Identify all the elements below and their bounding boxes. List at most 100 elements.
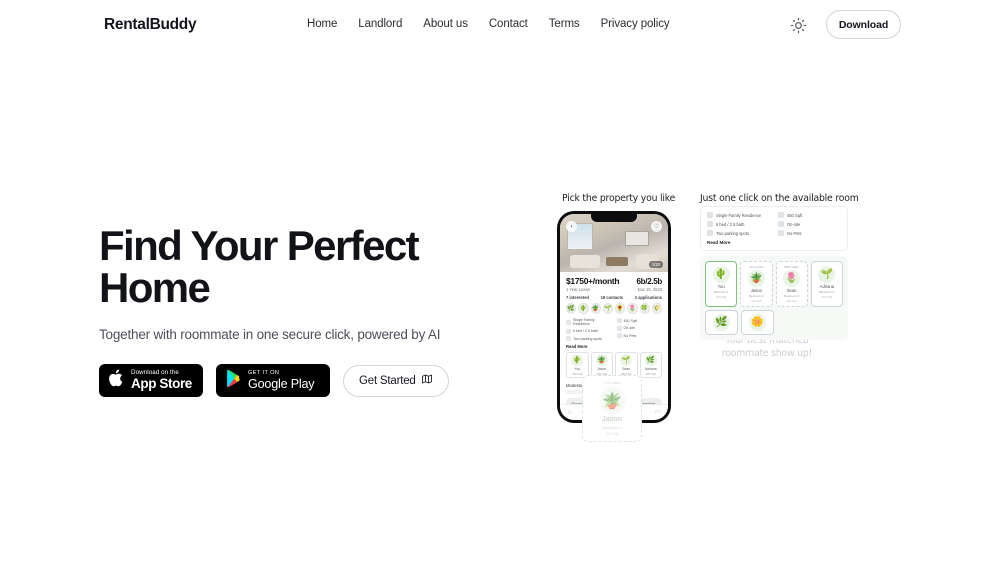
avatar: 🌵 [578,303,589,314]
house-icon [707,212,713,218]
product-illustration: Pick the property you like Just one clic… [540,180,900,470]
room-sqft: 300 Sqft [821,295,833,299]
attribute-label: Two parking spots [716,230,749,236]
plant-avatar-icon: 🌿 [644,354,657,366]
play-triangle-icon [225,369,242,393]
panel-attributes-right: 450 Sqft On-site No Pets [778,212,841,236]
nav-link-terms[interactable]: Terms [549,18,580,30]
app-store-big-label: App Store [131,376,192,392]
attribute-label: 6 bed / 2.5 bath [573,329,598,333]
plant-avatar-icon: 🌵 [571,354,584,366]
room-card[interactable]: 🌵 You 450 Sqft [566,352,589,378]
attribute-row: 6 bed / 2.5 bath [566,328,612,334]
room-bedroom: Bedroom 4 [819,290,835,294]
plant-avatar-icon: 🪴 [747,270,765,287]
stat-applications: 3 applications [634,295,662,300]
person-icon [778,221,784,227]
chevron-left-icon[interactable]: ‹ [566,221,577,232]
top-navigation: RentalBuddy Home Landlord About us Conta… [0,0,1000,50]
rooms-grid-row-2: 🌿 🌼 [705,310,774,335]
brand-logo[interactable]: RentalBuddy [104,16,197,34]
nav-link-contact[interactable]: Contact [489,18,528,30]
room-name: You [717,284,725,289]
photo-tv [625,231,649,246]
room-card[interactable]: 🌿 [705,310,738,335]
attribute-row: 6 bed / 2.5 bath [707,221,770,227]
attribute-label: No Pets [623,333,637,338]
photo-sofa [570,255,600,268]
attribute-label: Single Family Residence [573,318,595,326]
plant-avatar-icon: 🪴 [595,354,608,366]
photo-table [606,257,628,266]
attribute-label: 6 bed / 2.5 bath [716,221,745,227]
room-card-adriana[interactable]: 🌱 Adriana Bedroom 4 300 Sqft [810,261,843,307]
get-started-button[interactable]: Get Started [343,364,449,397]
profile-icon[interactable]: ◠ [655,409,661,417]
app-store-badge[interactable]: Download on the App Store [99,364,203,397]
room-name: Sean [622,367,631,371]
google-play-big-label: Google Play [248,376,315,391]
panel-attributes-left: Single Family Residence 6 bed / 2.5 bath… [707,212,770,236]
stat-contacts: 16 contacts [600,295,624,300]
room-sqft: 450 Sqft [715,295,727,299]
match-percentage: 71% match [603,381,621,385]
nav-link-privacy-policy[interactable]: Privacy policy [601,18,670,30]
property-attributes: Single Family Residence 6 bed / 2.5 bath… [566,318,662,341]
avatar: 🌻 [615,303,626,314]
property-details-card: Single Family Residence 6 bed / 2.5 bath… [700,206,848,251]
room-card[interactable]: 🌿 Adriana 300 Sqft [639,352,662,378]
attribute-row: Single Family Residence [566,318,612,326]
plant-avatar-icon: 🌼 [749,314,766,331]
phone-notch [591,214,637,222]
plant-avatar-icon: 🌷 [783,270,801,287]
read-more-link[interactable]: Read More [566,344,662,349]
read-more-link[interactable]: Read More [707,240,841,245]
download-button[interactable]: Download [826,10,901,39]
heart-circle-icon[interactable]: ♡ [651,221,662,232]
nav-link-landlord[interactable]: Landlord [358,18,402,30]
matched-roommate-sqft: 300 Sqft [605,432,619,436]
room-match: 68% match [784,265,799,269]
plant-avatar-icon: 🌱 [620,354,633,366]
google-play-badge[interactable]: GET IT ON Google Play [216,364,330,397]
get-started-label: Get Started [359,374,416,387]
room-name: Jason [750,288,762,293]
room-card-you[interactable]: 🌵 You Bedroom 1 450 Sqft [705,261,738,307]
car-icon [566,336,571,341]
home-icon[interactable]: ⌂ [567,409,571,416]
room-bedroom: Bedroom 1 [713,290,729,294]
matched-roommate-card[interactable]: 71% match 🪴 Jason Bedroom 2 300 Sqft [582,375,642,442]
plant-avatar-icon: 🌿 [713,314,730,331]
nav-link-about-us[interactable]: About us [423,18,468,30]
attribute-label: On-site [623,326,636,330]
room-card-sean[interactable]: 68% match 🌷 Sean Bedroom 3 300 Sqft [775,261,808,307]
attribute-row: On-site [616,325,663,331]
matched-roommate-bedroom: Bedroom 2 [602,425,622,430]
avatar: 🌿 [566,303,577,314]
sun-icon[interactable] [790,17,807,34]
hero-title-line-2: Home [99,264,211,311]
ruler-icon [778,212,784,218]
room-bedroom: Bedroom 3 [784,294,799,298]
room-name: Jason [597,367,607,371]
room-card[interactable]: 🌼 [741,310,774,335]
apple-icon [108,368,125,393]
google-play-text: GET IT ON Google Play [248,370,315,391]
bed-icon [707,221,713,227]
room-name: Adriana [819,284,835,289]
paw-icon [616,333,622,338]
room-card-jason[interactable]: 71% match 🪴 Jason Bedroom 2 300 Sqft [740,261,773,307]
attribute-row: 450 Sqft [778,212,841,218]
attributes-left: Single Family Residence 6 bed / 2.5 bath… [566,318,612,341]
nav-link-home[interactable]: Home [307,18,337,30]
room-name: You [574,367,581,371]
stat-interested: 7 interested [566,295,589,300]
app-store-text: Download on the App Store [131,369,192,392]
avatar: 🌷 [627,303,638,314]
plant-avatar-icon: 🪴 [598,387,626,414]
map-icon [421,373,433,388]
attribute-label: Two parking spots [573,336,602,341]
attribute-row: No Pets [778,230,841,236]
ruler-icon [616,318,622,323]
property-beds-baths: 6b/2.5b [636,277,663,286]
